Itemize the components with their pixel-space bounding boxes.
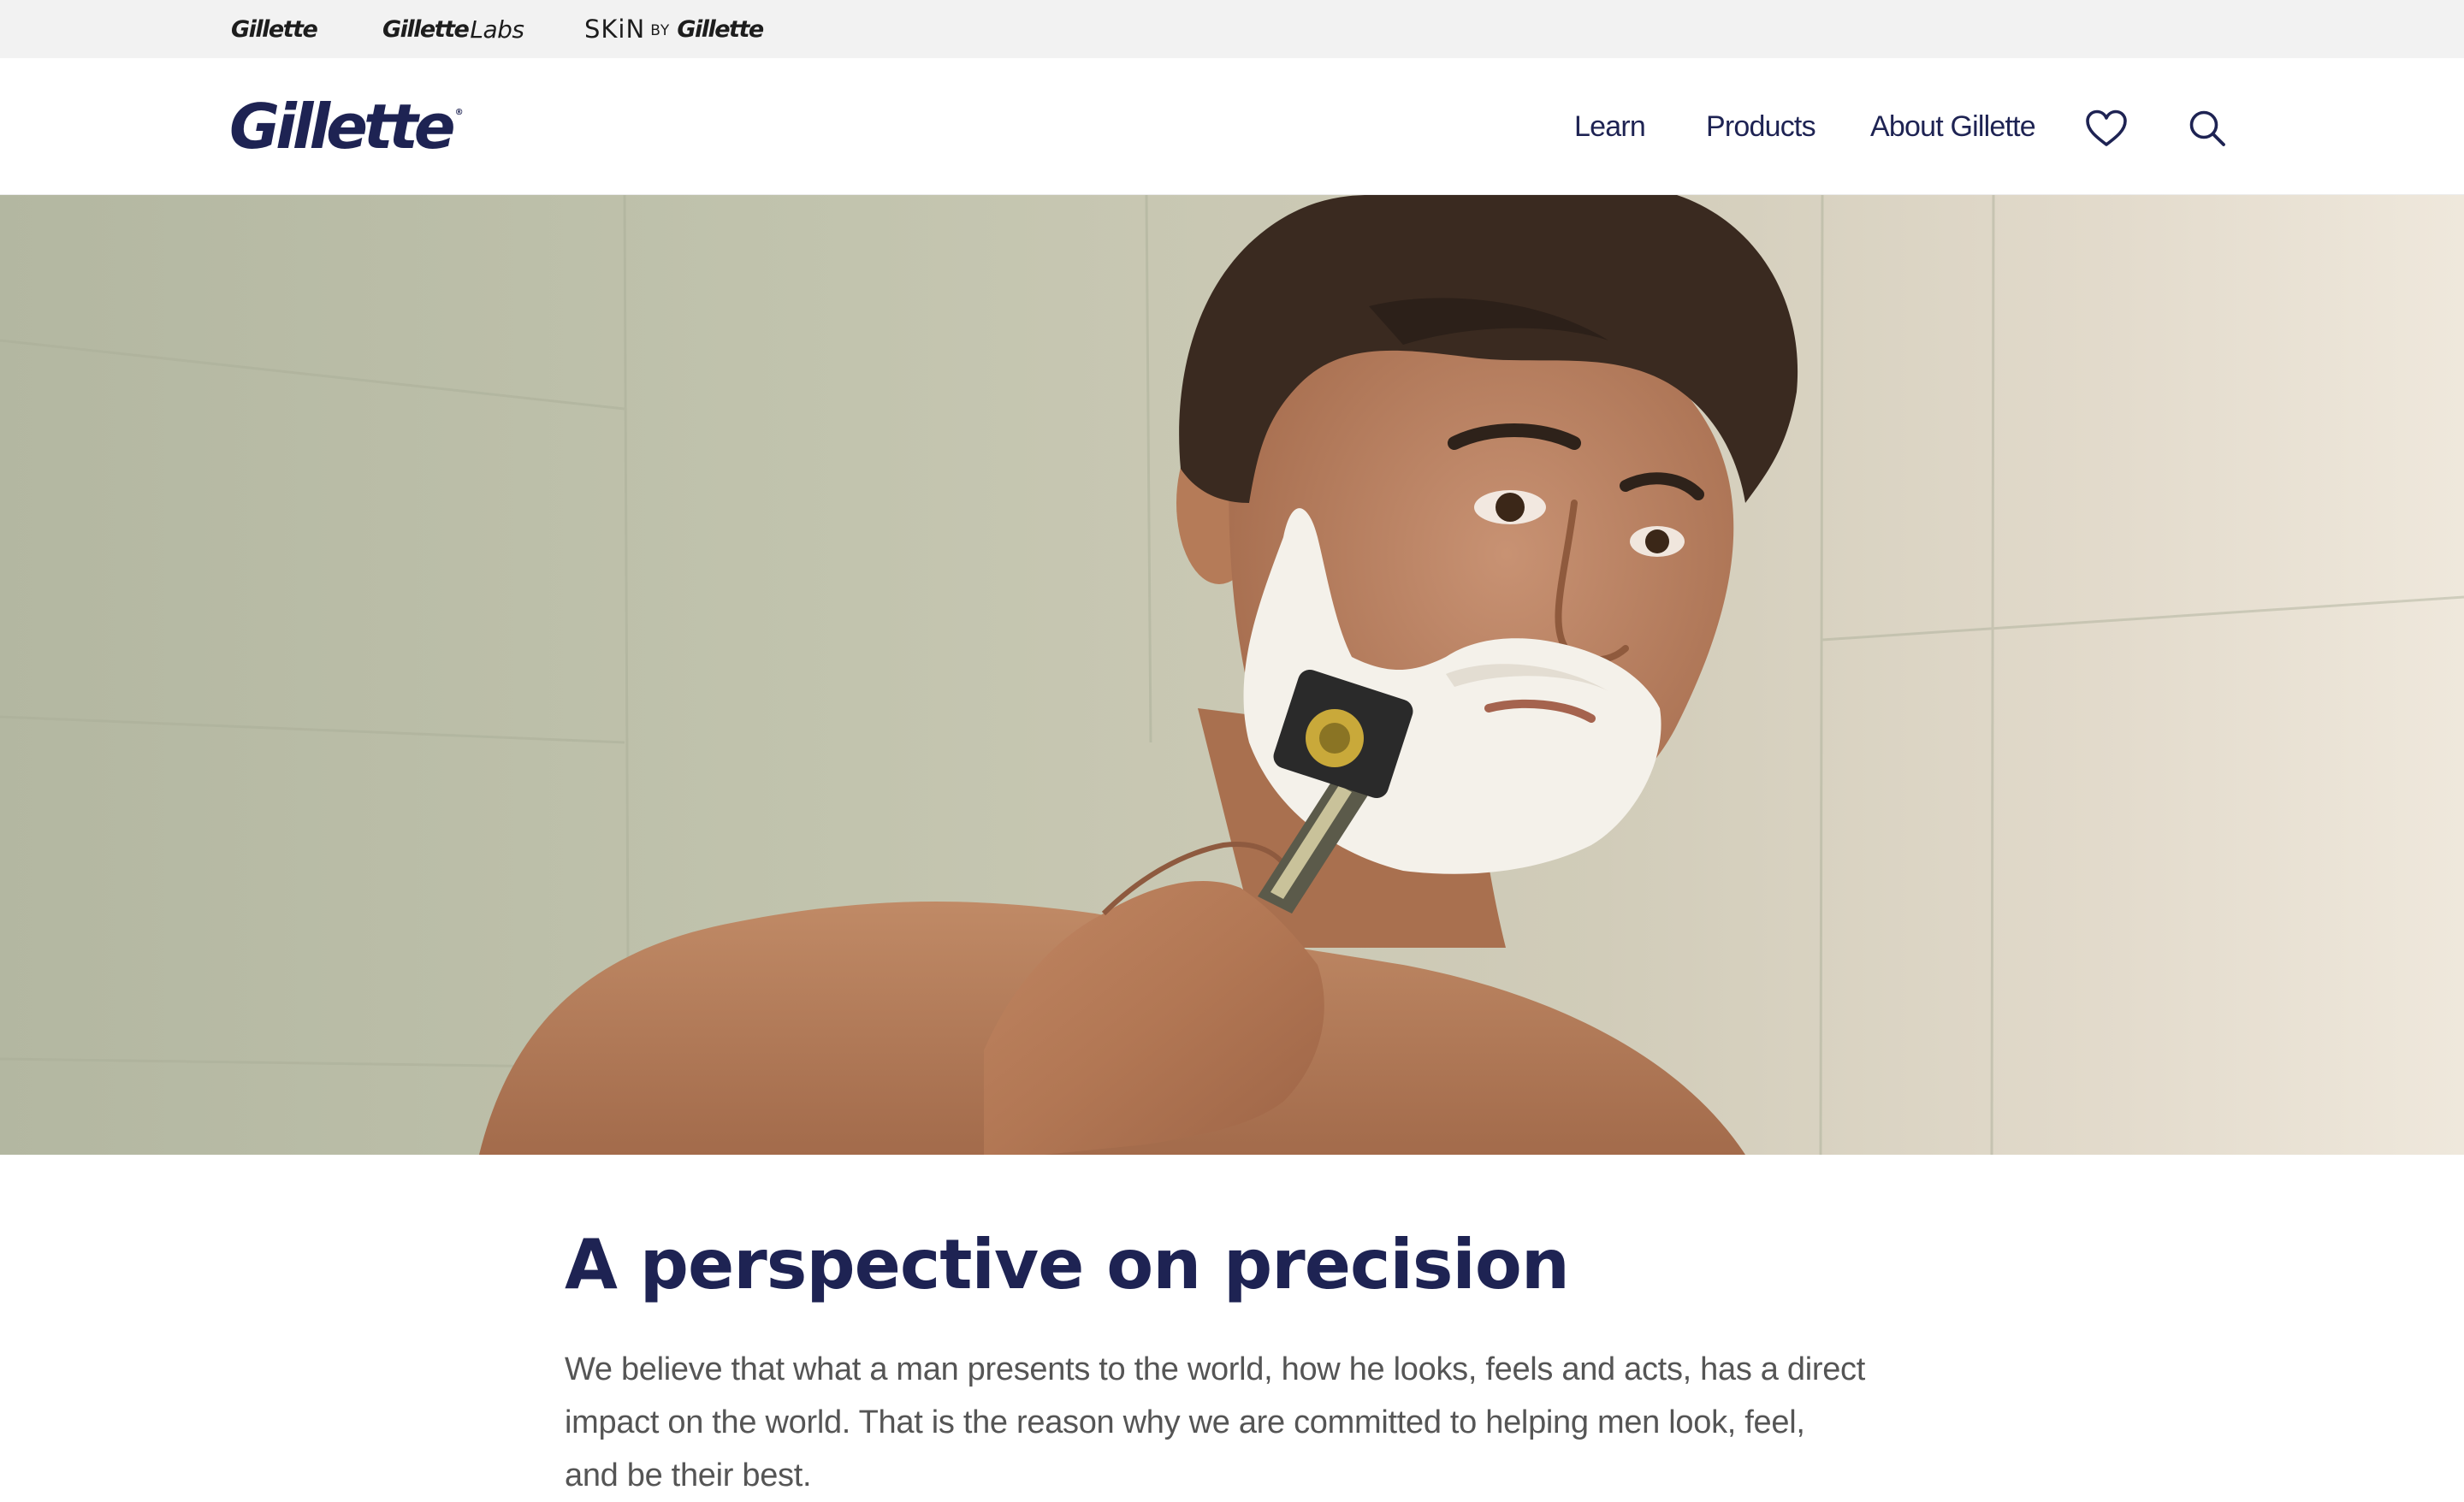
gillette-labs-brand-link[interactable]: Gillette Labs xyxy=(382,15,524,44)
wishlist-button[interactable] xyxy=(2082,104,2130,152)
article-body: We believe that what a man presents to t… xyxy=(565,1351,1865,1493)
skin-label: SKiN xyxy=(584,15,646,44)
logo-registered-mark: ® xyxy=(454,108,464,117)
search-button[interactable] xyxy=(2183,104,2231,152)
skin-by-gillette-brand-link[interactable]: SKiN BY Gillette xyxy=(584,15,764,44)
skin-gillette-label: Gillette xyxy=(677,15,764,43)
hero-image xyxy=(0,195,2464,1155)
article-headline: A perspective on precision xyxy=(565,1225,1570,1304)
gillette-labs-light-label: Labs xyxy=(470,15,524,44)
gillette-labs-bold-label: Gillette xyxy=(382,15,470,43)
gillette-logo[interactable]: Gillette ® xyxy=(229,91,464,163)
gillette-brand-link[interactable]: Gillette xyxy=(231,15,318,44)
nav-learn[interactable]: Learn xyxy=(1574,106,1646,147)
heart-icon xyxy=(2086,109,2127,146)
nav-about-gillette[interactable]: About Gillette xyxy=(1870,106,2036,147)
skin-by-label: BY xyxy=(650,22,671,39)
gillette-brand-label: Gillette xyxy=(231,15,318,43)
nav-products[interactable]: Products xyxy=(1706,106,1816,147)
main-header: Gillette ® Learn Products About Gillette xyxy=(0,58,2464,195)
search-icon xyxy=(2189,110,2225,146)
brand-strip: Gillette Gillette Labs SKiN BY Gillette xyxy=(0,0,2464,58)
man-shaving-illustration xyxy=(0,195,2464,1155)
logo-wordmark: Gillette xyxy=(229,91,456,163)
